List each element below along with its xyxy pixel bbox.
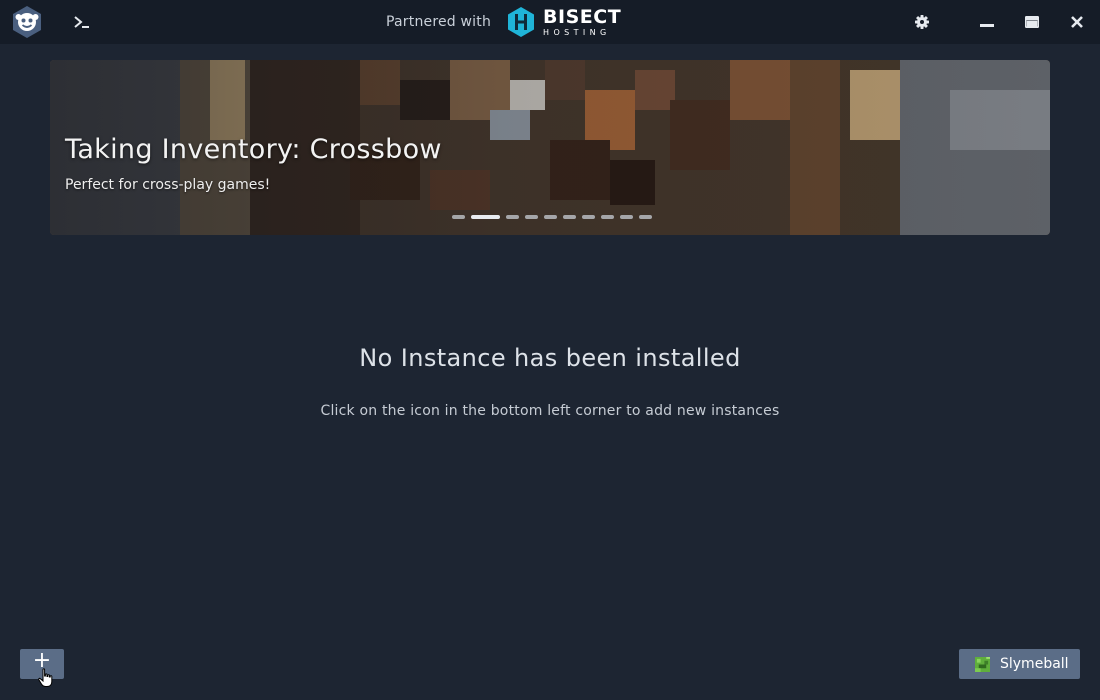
article-subtitle: Perfect for cross-play games! [65,177,271,193]
account-name: Slymeball [1000,656,1069,672]
article-title[interactable]: Taking Inventory: Crossbow [65,134,442,165]
carousel-dot[interactable] [525,215,538,219]
carousel-dot[interactable] [639,215,652,219]
partner-banner: Partnered with BISECT HOSTING [386,6,621,38]
empty-state-title: No Instance has been installed [359,344,741,372]
bisect-logo-sub: HOSTING [543,27,611,37]
player-skin-avatar-icon [975,656,990,672]
carousel-dot[interactable] [544,215,557,219]
close-button[interactable] [1064,9,1090,35]
carousel-dot[interactable] [601,215,614,219]
hand-cursor-icon [38,668,53,687]
console-button[interactable] [68,10,96,34]
carousel-indicators [452,215,652,219]
carousel-dot[interactable] [563,215,576,219]
carousel-dot[interactable] [452,215,465,219]
empty-state-message: Click on the icon in the bottom left cor… [320,403,780,419]
gear-icon [915,15,929,29]
carousel-dot[interactable] [620,215,633,219]
terminal-icon [74,16,89,28]
news-carousel[interactable]: Taking Inventory: Crossbow Perfect for c… [50,60,1050,235]
carousel-dot-active[interactable] [471,215,500,219]
settings-button[interactable] [909,9,935,35]
account-button[interactable]: Slymeball [959,649,1080,679]
carousel-dot[interactable] [582,215,595,219]
bisect-hosting-logo[interactable]: BISECT HOSTING [505,6,621,38]
maximize-icon [1025,16,1039,28]
minimize-icon [980,24,994,27]
bisect-hosting-mark-icon [508,7,535,37]
minimize-button[interactable] [974,9,1000,35]
maximize-button[interactable] [1019,9,1045,35]
partner-label: Partnered with [386,14,492,30]
monkey-shield-logo-icon[interactable] [10,5,44,39]
close-icon [1071,16,1083,28]
carousel-dot[interactable] [506,215,519,219]
title-bar: Partnered with BISECT HOSTING [0,0,1100,44]
bisect-logo-name: BISECT [543,5,622,28]
